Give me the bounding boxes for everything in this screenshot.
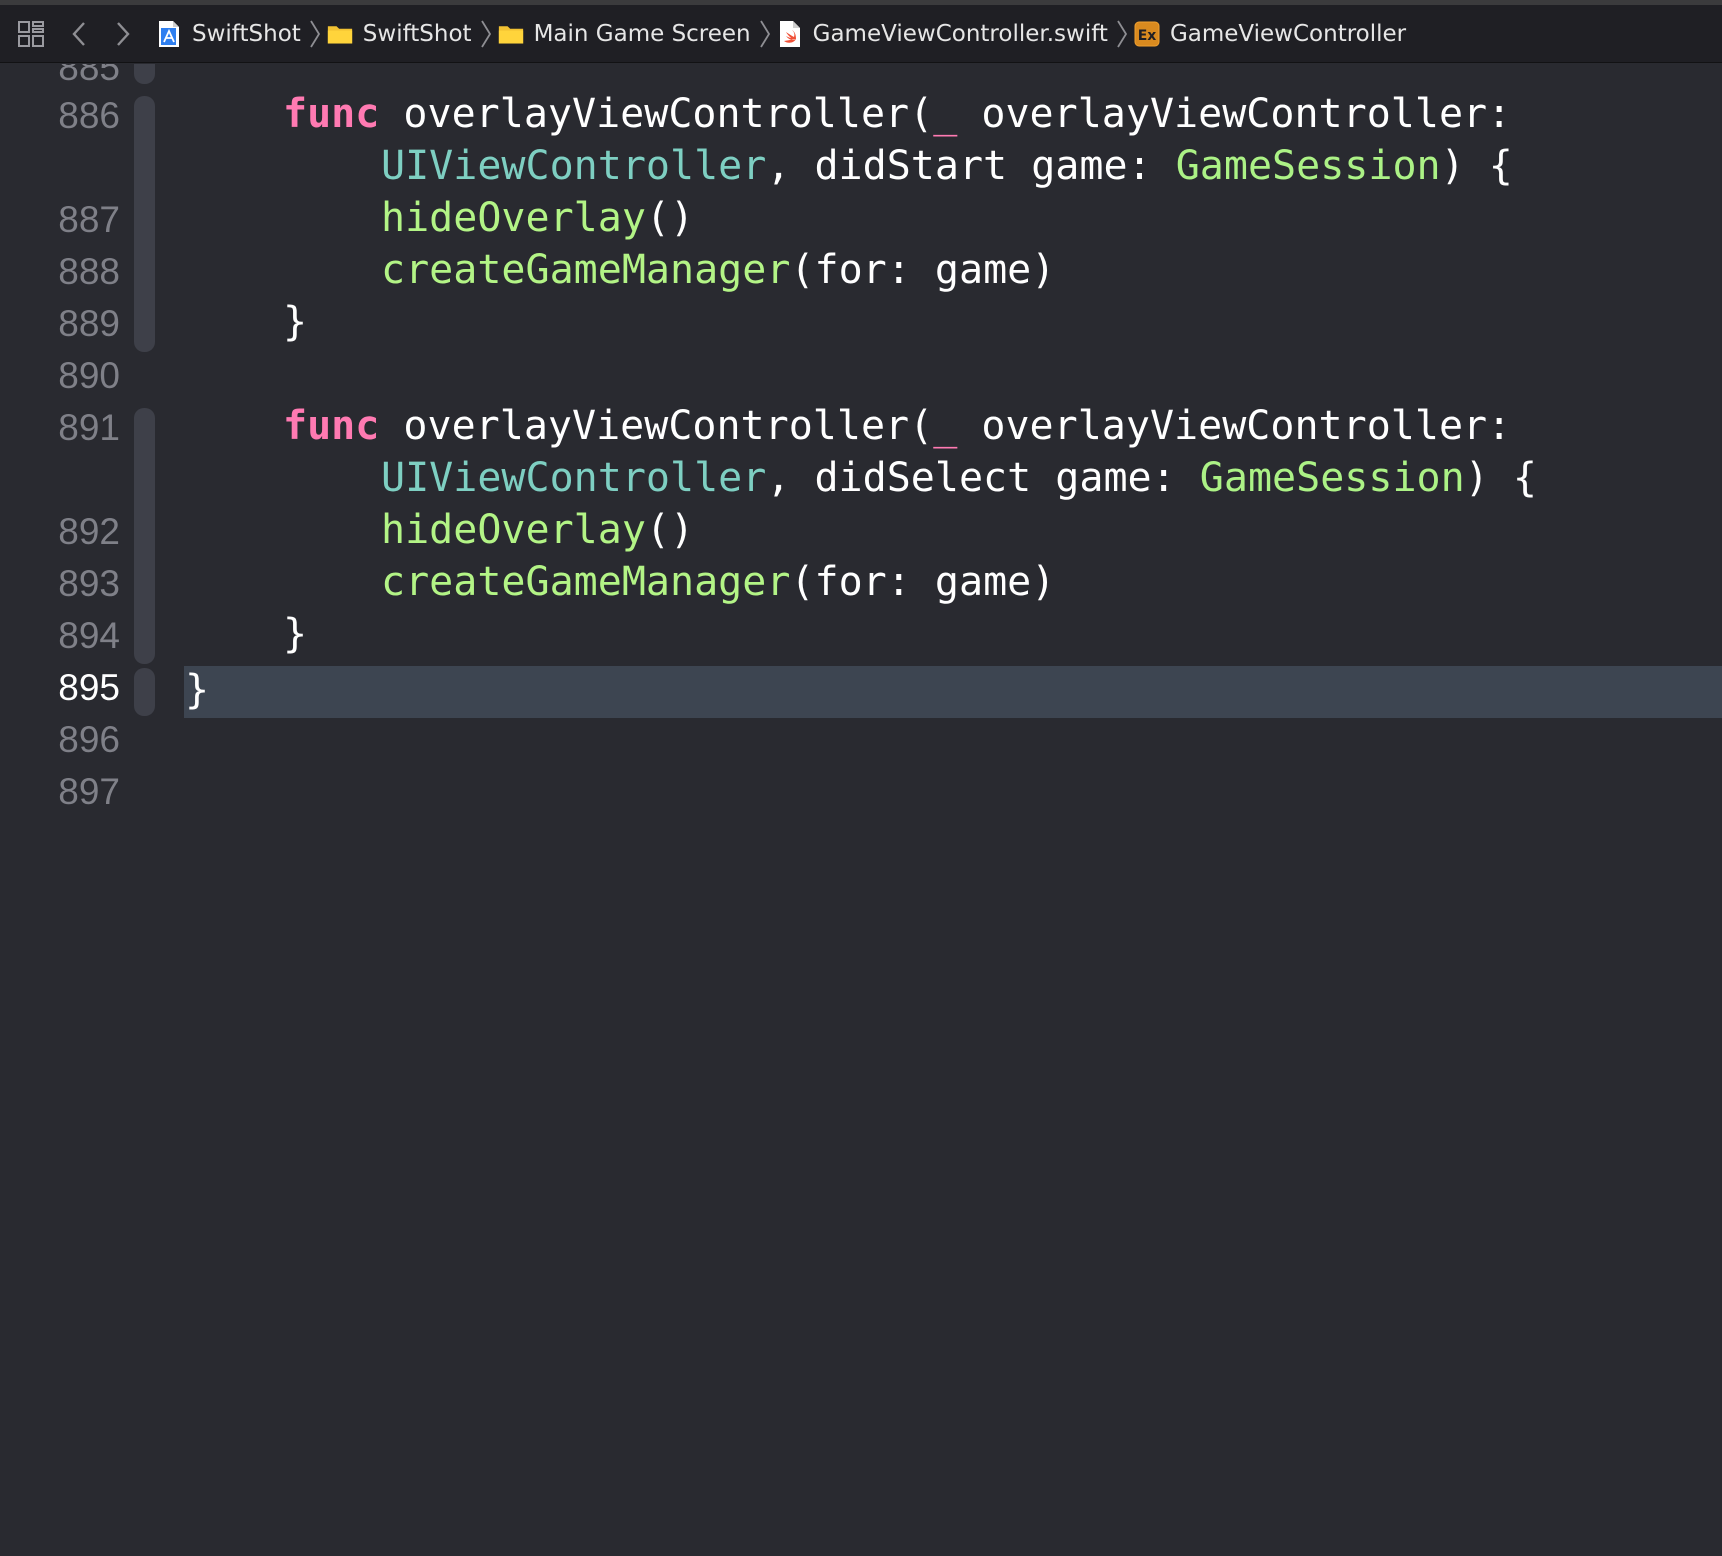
- code-function-call: hideOverlay: [381, 195, 646, 241]
- code-closing-brace: }: [283, 611, 308, 657]
- jump-bar: SwiftShot SwiftShot Main Game Screen Gam…: [0, 5, 1722, 63]
- current-line-number: 895: [58, 667, 120, 708]
- code-underscore: _: [933, 91, 958, 137]
- line-number: 894: [58, 615, 120, 656]
- breadcrumb-group-main-game-screen[interactable]: Main Game Screen: [498, 20, 751, 48]
- code-line: hideOverlay(): [381, 192, 694, 244]
- code-punctuation: (): [645, 507, 695, 553]
- forward-button[interactable]: [108, 19, 138, 49]
- line-number: 896: [58, 719, 120, 760]
- breadcrumb-project[interactable]: SwiftShot: [156, 20, 301, 48]
- code-punctuation: (): [645, 195, 695, 241]
- breadcrumb: SwiftShot SwiftShot Main Game Screen Gam…: [156, 19, 1406, 49]
- swift-file-icon: [777, 20, 803, 48]
- code-punctuation: ) {: [1440, 143, 1513, 189]
- breadcrumb-label: GameViewController: [1169, 20, 1407, 47]
- code-identifier: overlayViewController(: [379, 91, 934, 137]
- line-number: 886: [58, 95, 120, 136]
- line-number: 893: [58, 563, 120, 604]
- code-line-wrapped: UIViewController, didStart game: GameSes…: [381, 140, 1513, 192]
- code-line-wrapped: UIViewController, didSelect game: GameSe…: [381, 452, 1537, 504]
- breadcrumb-label: GameViewController.swift: [812, 20, 1108, 47]
- code-line: createGameManager(for: game): [381, 244, 1055, 296]
- line-number: 890: [58, 355, 120, 396]
- line-number-gutter: 885 886 887 888 889 890 891 892 893 894 …: [0, 64, 140, 1556]
- code-punctuation: ) {: [1464, 455, 1537, 501]
- code-function-call: createGameManager: [381, 559, 791, 605]
- code-function-call: hideOverlay: [381, 507, 646, 553]
- code-type: UIViewController: [381, 143, 767, 189]
- folder-icon: [327, 20, 353, 48]
- code-line: }: [283, 608, 307, 660]
- line-number: 887: [58, 199, 120, 240]
- code-underscore: _: [933, 403, 958, 449]
- code-line-current: }: [185, 664, 209, 716]
- code-identifier: , didSelect game:: [766, 455, 1200, 501]
- breadcrumb-chevron-icon: [476, 19, 496, 49]
- source-editor[interactable]: 885 886 887 888 889 890 891 892 893 894 …: [0, 64, 1722, 1556]
- breadcrumb-file[interactable]: GameViewController.swift: [777, 20, 1108, 48]
- breadcrumb-label: SwiftShot: [362, 20, 472, 47]
- related-items-grid-icon: [18, 20, 44, 47]
- code-closing-brace: }: [283, 299, 308, 345]
- code-type: GameSession: [1199, 455, 1465, 501]
- breadcrumb-label: Main Game Screen: [533, 20, 751, 47]
- related-items-button[interactable]: [16, 19, 46, 49]
- code-keyword: func: [283, 91, 380, 137]
- code-type: UIViewController: [381, 455, 767, 501]
- breadcrumb-chevron-icon: [305, 19, 325, 49]
- code-identifier: (for: game): [790, 559, 1056, 605]
- code-fold-ribbon[interactable]: [134, 96, 155, 352]
- code-line: }: [283, 296, 307, 348]
- current-line-highlight: [184, 666, 1722, 718]
- line-number: 892: [58, 511, 120, 552]
- code-line: func overlayViewController(_ overlayView…: [283, 88, 1511, 140]
- xcode-window: SwiftShot SwiftShot Main Game Screen Gam…: [0, 0, 1722, 1556]
- code-type: GameSession: [1175, 143, 1441, 189]
- breadcrumb-group-swiftshot[interactable]: SwiftShot: [327, 20, 472, 48]
- code-identifier: (for: game): [790, 247, 1056, 293]
- line-number: 889: [58, 303, 120, 344]
- code-closing-brace: }: [185, 667, 210, 713]
- xcode-project-icon: [156, 20, 182, 48]
- code-keyword: func: [283, 403, 380, 449]
- breadcrumb-chevron-icon: [755, 19, 775, 49]
- code-identifier: overlayViewController:: [957, 91, 1512, 137]
- code-fold-ribbon[interactable]: [134, 668, 155, 716]
- chevron-left-icon: [72, 21, 85, 46]
- breadcrumb-symbol[interactable]: Ex GameViewController: [1134, 20, 1406, 48]
- code-identifier: , didStart game:: [766, 143, 1176, 189]
- chevron-right-icon: [117, 21, 130, 46]
- folder-icon: [498, 20, 524, 48]
- extension-icon: Ex: [1134, 20, 1160, 48]
- code-line: createGameManager(for: game): [381, 556, 1055, 608]
- line-number: 897: [58, 771, 120, 812]
- breadcrumb-label: SwiftShot: [192, 20, 301, 47]
- code-line: hideOverlay(): [381, 504, 694, 556]
- code-identifier: overlayViewController(: [379, 403, 934, 449]
- extension-badge: Ex: [1138, 28, 1157, 44]
- code-identifier: overlayViewController:: [957, 403, 1512, 449]
- code-fold-ribbon[interactable]: [134, 64, 155, 84]
- breadcrumb-chevron-icon: [1112, 19, 1132, 49]
- line-number: 888: [58, 251, 120, 292]
- code-line: func overlayViewController(_ overlayView…: [283, 400, 1511, 452]
- code-fold-ribbon[interactable]: [134, 408, 155, 664]
- back-button[interactable]: [64, 19, 94, 49]
- code-function-call: createGameManager: [381, 247, 791, 293]
- line-number: 891: [58, 407, 120, 448]
